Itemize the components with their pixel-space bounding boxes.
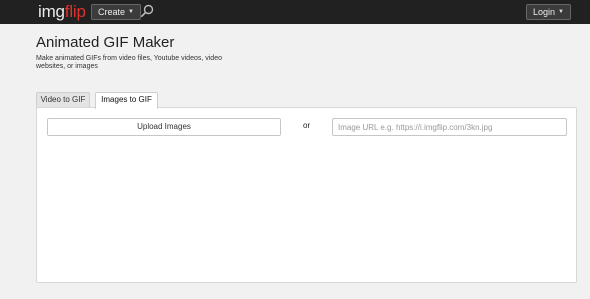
top-navigation-bar: imgflip Create ▼ Login ▼: [0, 0, 590, 24]
imgflip-logo[interactable]: imgflip: [38, 1, 86, 23]
images-to-gif-panel: Upload Images or: [36, 107, 577, 283]
image-url-input[interactable]: [332, 118, 567, 136]
page-title: Animated GIF Maker: [36, 34, 175, 51]
create-button[interactable]: Create ▼: [91, 4, 141, 20]
tab-images-to-gif[interactable]: Images to GIF: [95, 92, 158, 109]
logo-flip-text: flip: [64, 2, 86, 21]
or-separator: or: [303, 121, 311, 130]
logo-img-text: img: [38, 2, 65, 21]
search-icon[interactable]: [139, 3, 155, 19]
login-button[interactable]: Login ▼: [526, 4, 571, 20]
chevron-down-icon: ▼: [558, 9, 564, 15]
tab-video-to-gif[interactable]: Video to GIF: [36, 92, 90, 108]
create-button-label: Create: [98, 7, 126, 17]
login-button-label: Login: [533, 7, 556, 17]
page-description: Make animated GIFs from video files, You…: [36, 55, 222, 70]
upload-images-button[interactable]: Upload Images: [47, 118, 281, 136]
chevron-down-icon: ▼: [128, 9, 134, 15]
